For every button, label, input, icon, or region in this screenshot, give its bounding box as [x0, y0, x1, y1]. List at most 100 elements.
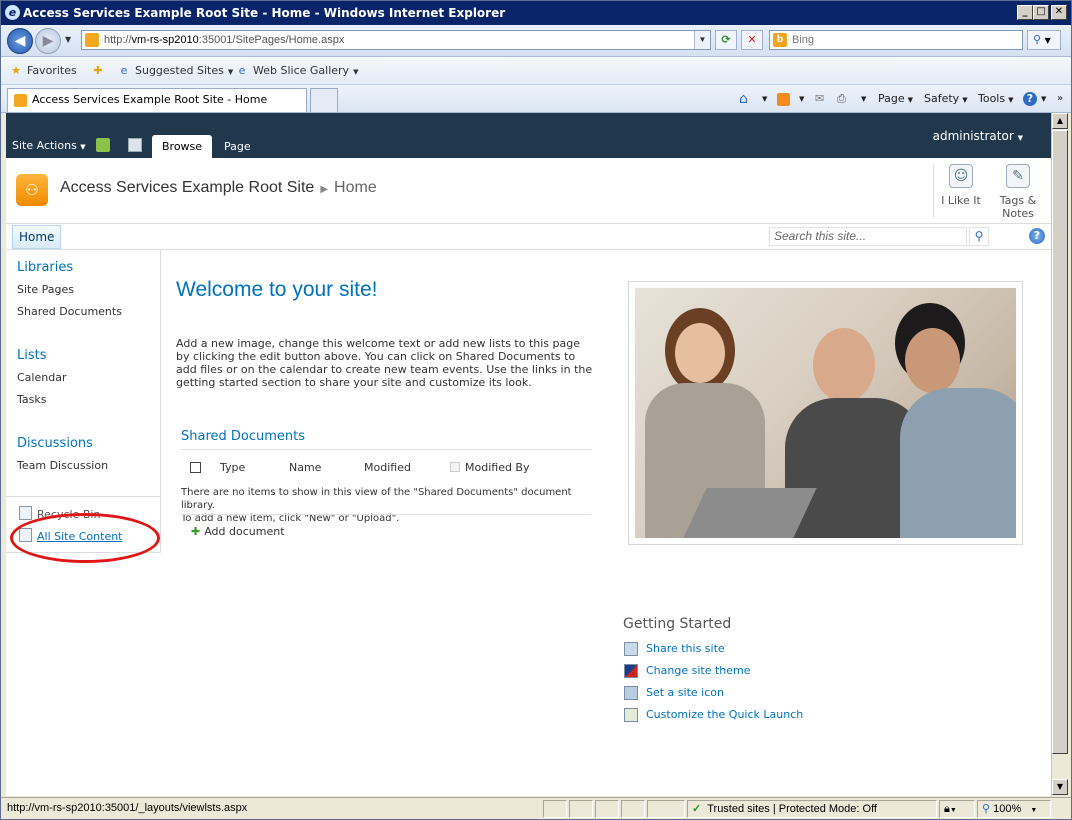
note-icon: ✎: [1006, 164, 1030, 188]
back-button[interactable]: ◀: [7, 28, 33, 54]
security-zone-label: Trusted sites | Protected Mode: Off: [707, 803, 877, 815]
tags-notes-label-2: Notes: [1002, 207, 1034, 220]
user-menu[interactable]: administrator ▼: [933, 129, 1023, 143]
tag-icon: ☺: [949, 164, 973, 188]
col-modified[interactable]: Modified: [364, 461, 411, 474]
col-modified-by[interactable]: Modified By: [465, 461, 530, 474]
favorites-button[interactable]: ★ Favorites: [9, 57, 77, 85]
safety-menu[interactable]: Safety ▼: [924, 85, 968, 113]
ql-libraries-heading[interactable]: Libraries: [17, 260, 73, 275]
protected-mode-button[interactable]: 🔒︎▼: [939, 800, 975, 818]
add-document-label: Add document: [204, 525, 285, 538]
site-logo-icon[interactable]: ⚇: [16, 174, 48, 206]
refresh-button[interactable]: ⟳: [715, 30, 737, 50]
navigate-up-icon[interactable]: [96, 138, 110, 152]
forward-button[interactable]: ▶: [35, 28, 61, 54]
edit-page-icon[interactable]: [128, 138, 142, 152]
tab-page[interactable]: Page: [214, 135, 261, 158]
scroll-thumb[interactable]: [1052, 130, 1068, 754]
security-zone[interactable]: ✓ Trusted sites | Protected Mode: Off: [687, 800, 937, 818]
help-icon[interactable]: ?: [1029, 228, 1045, 244]
url-host: vm-rs-sp2010: [131, 34, 199, 46]
history-dropdown-icon[interactable]: ▼: [65, 35, 71, 44]
chevron-down-icon: ▼: [80, 143, 86, 151]
chevron-down-icon[interactable]: ▼: [799, 85, 804, 113]
address-field[interactable]: http://vm-rs-sp2010:35001/SitePages/Home…: [81, 30, 711, 50]
set-site-icon-link[interactable]: Set a site icon: [646, 686, 724, 699]
chevron-down-icon: ▼: [227, 68, 234, 76]
suggested-sites-link[interactable]: e Suggested Sites ▼: [117, 57, 234, 86]
tools-menu-label: Tools: [978, 92, 1006, 105]
favorites-label: Favorites: [27, 64, 77, 77]
forward-arrow-icon: ▶: [42, 33, 54, 49]
tags-notes-label-1: Tags &: [999, 194, 1037, 207]
col-type[interactable]: Type: [220, 461, 245, 474]
site-image-frame: [628, 281, 1023, 545]
maximize-button[interactable]: □: [1033, 5, 1049, 20]
chevron-down-icon[interactable]: ▼: [861, 85, 866, 113]
status-cell: [647, 800, 685, 818]
top-navigation: Home Search this site... ⚲ ?: [6, 224, 1051, 250]
site-search-input[interactable]: Search this site...: [769, 227, 967, 246]
browser-tab-active[interactable]: Access Services Example Root Site - Home: [7, 88, 307, 112]
web-slice-gallery-link[interactable]: e Web Slice Gallery ▼: [235, 57, 359, 86]
chevron-down-icon: ▼: [353, 68, 359, 76]
rss-feed-icon[interactable]: [777, 93, 790, 106]
chevron-down-icon[interactable]: ▼: [1041, 85, 1046, 113]
site-title[interactable]: Access Services Example Root Site: [60, 179, 314, 196]
home-icon[interactable]: ⌂: [739, 85, 748, 113]
site-search-button[interactable]: ⚲: [969, 227, 989, 246]
tab-browse[interactable]: Browse: [152, 135, 213, 158]
quick-launch-icon: [624, 708, 638, 722]
refresh-icon: ⟳: [721, 33, 731, 46]
nav-home[interactable]: Home: [12, 225, 62, 249]
bing-icon: b: [773, 33, 787, 47]
site-search-placeholder: Search this site...: [774, 229, 867, 243]
close-button[interactable]: ✕: [1051, 5, 1067, 20]
ql-tasks[interactable]: Tasks: [17, 393, 46, 406]
new-tab-button[interactable]: [310, 88, 338, 112]
share-site-link[interactable]: Share this site: [646, 642, 725, 655]
customize-quick-launch-link[interactable]: Customize the Quick Launch: [646, 708, 803, 721]
recycle-bin-icon: [19, 506, 32, 520]
ql-team-discussion[interactable]: Team Discussion: [17, 459, 108, 472]
overflow-chevron-icon[interactable]: »: [1057, 85, 1063, 113]
page-menu[interactable]: Page ▼: [878, 85, 913, 113]
site-actions-menu[interactable]: Site Actions ▼: [12, 139, 86, 152]
mail-icon[interactable]: ✉: [815, 85, 824, 113]
modified-by-checkbox: [450, 462, 460, 472]
zoom-button[interactable]: ⚲ 100% ▼: [977, 800, 1051, 818]
chevron-down-icon: ▼: [962, 96, 968, 104]
chevron-down-icon[interactable]: ▼: [762, 85, 767, 113]
breadcrumb: Access Services Example Root Site ▶ Home: [60, 179, 377, 197]
tools-menu[interactable]: Tools ▼: [978, 85, 1014, 113]
ql-discussions-heading[interactable]: Discussions: [17, 436, 93, 451]
ql-lists-heading[interactable]: Lists: [17, 348, 47, 363]
tags-notes-button[interactable]: ✎ Tags & Notes: [988, 164, 1048, 220]
i-like-it-button[interactable]: ☺ I Like It: [931, 164, 991, 207]
ql-site-pages[interactable]: Site Pages: [17, 283, 74, 296]
divider: [6, 496, 161, 497]
help-icon[interactable]: ?: [1023, 92, 1037, 106]
search-go-button[interactable]: ⚲ ▼: [1027, 30, 1061, 50]
getting-started-title: Getting Started: [623, 616, 732, 632]
bing-search-input[interactable]: b Bing: [769, 30, 1023, 50]
col-name[interactable]: Name: [289, 461, 321, 474]
scroll-down-icon[interactable]: ▼: [1052, 779, 1068, 795]
ql-calendar[interactable]: Calendar: [17, 371, 66, 384]
bing-placeholder: Bing: [792, 34, 815, 46]
add-document-link[interactable]: ✚ Add document: [191, 525, 285, 538]
print-icon[interactable]: ⎙: [837, 85, 846, 113]
breadcrumb-arrow-icon: ▶: [320, 184, 329, 195]
safety-menu-label: Safety: [924, 92, 960, 105]
address-dropdown-icon[interactable]: ▼: [694, 31, 710, 49]
shared-documents-title[interactable]: Shared Documents: [181, 429, 305, 444]
change-theme-link[interactable]: Change site theme: [646, 664, 751, 677]
vertical-scrollbar[interactable]: ▲ ▼: [1051, 113, 1068, 796]
scroll-up-icon[interactable]: ▲: [1052, 113, 1068, 129]
minimize-button[interactable]: _: [1017, 5, 1033, 20]
ql-shared-documents[interactable]: Shared Documents: [17, 305, 122, 318]
add-favorite-button[interactable]: ✚: [91, 57, 109, 85]
stop-button[interactable]: ✕: [741, 30, 763, 50]
select-all-checkbox[interactable]: [190, 462, 201, 473]
